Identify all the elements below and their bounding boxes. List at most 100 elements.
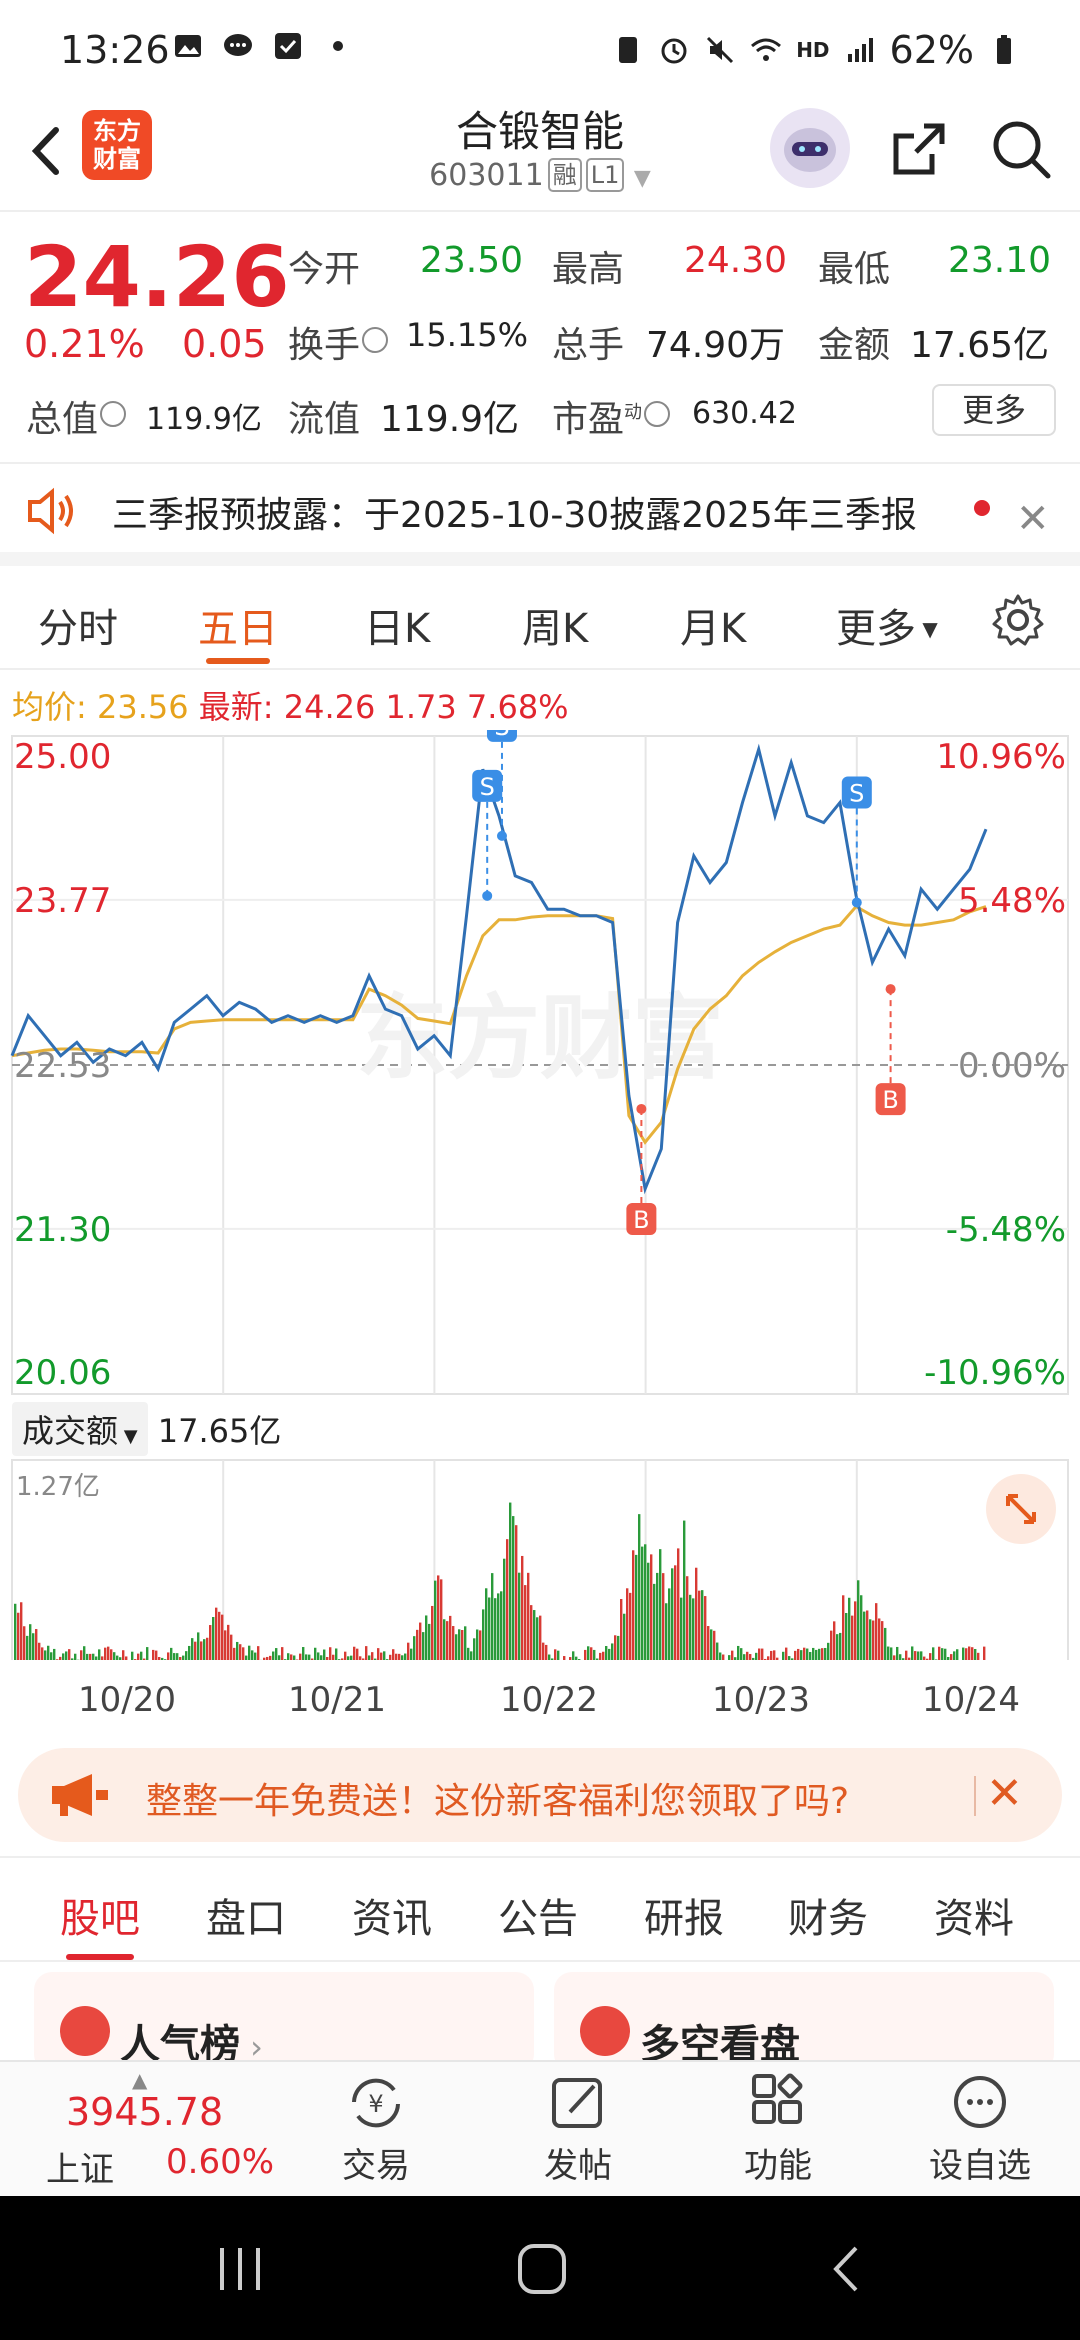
five-day-chart[interactable]: 东方财富 SSBSB 25.0023.7722.5321.3020.0610.9… xyxy=(0,730,1080,1660)
volume-bar xyxy=(833,1621,836,1660)
volume-bar xyxy=(866,1610,869,1660)
chart-tabs: 分时 五日 日K 周K 月K 更多 ▼ xyxy=(0,566,1080,670)
tab-research[interactable]: 研报 xyxy=(644,1886,724,1944)
volume-type-select[interactable]: 成交额 ▼ xyxy=(12,1402,148,1456)
tab-five-day[interactable]: 五日 xyxy=(198,596,278,654)
search-icon[interactable] xyxy=(986,114,1056,184)
low-label: 最低 xyxy=(818,249,891,290)
volume-bar xyxy=(389,1654,392,1660)
volume-bar xyxy=(92,1653,95,1660)
settings-gear-icon[interactable] xyxy=(990,592,1046,648)
y-axis-right-label: -5.48% xyxy=(946,1210,1066,1250)
volume-bar xyxy=(857,1580,860,1660)
nav-trade[interactable]: ¥ 交易 xyxy=(296,2072,456,2187)
volume-bar xyxy=(734,1657,737,1660)
volume-bar xyxy=(71,1658,74,1660)
announcement-bar[interactable]: 三季报预披露：于2025-10-30披露2025年三季报 ✕ xyxy=(0,462,1080,566)
volume-bar xyxy=(797,1648,800,1660)
volume-bar xyxy=(281,1647,284,1660)
volume-bar xyxy=(38,1642,41,1660)
tab-monthly-k[interactable]: 月K xyxy=(680,596,746,654)
volume-bar xyxy=(206,1637,209,1660)
high-value: 24.30 xyxy=(684,240,788,281)
expand-icon[interactable] xyxy=(986,1474,1056,1544)
back-nav-icon[interactable] xyxy=(826,2242,866,2296)
latest-change-pct: 7.68% xyxy=(466,688,569,726)
volume-bar xyxy=(353,1646,356,1660)
recent-apps-icon[interactable] xyxy=(214,2244,266,2294)
volume-bar xyxy=(80,1650,83,1660)
battery-level: 62% xyxy=(889,28,974,72)
volume-bar xyxy=(713,1630,716,1660)
promo-banner[interactable]: 整整一年免费送！这份新客福利您领取了吗? ✕ xyxy=(18,1748,1062,1842)
volume-bar xyxy=(500,1591,503,1660)
close-icon[interactable]: ✕ xyxy=(986,1768,1023,1819)
index-value[interactable]: 3945.78 xyxy=(66,2090,223,2134)
more-button[interactable]: 更多 xyxy=(932,384,1056,436)
volume-bar xyxy=(821,1648,824,1660)
unread-dot xyxy=(974,500,990,516)
tab-order-book[interactable]: 盘口 xyxy=(206,1886,286,1944)
volume-bar xyxy=(380,1652,383,1660)
volume-bar xyxy=(17,1612,20,1660)
close-icon[interactable]: ✕ xyxy=(1016,496,1050,542)
volume-bar xyxy=(476,1629,479,1660)
nav-watchlist[interactable]: 设自选 xyxy=(900,2072,1060,2187)
dropdown-caret-icon[interactable]: ▼ xyxy=(634,166,651,191)
avg-label: 均价: xyxy=(12,688,87,726)
tab-intraday[interactable]: 分时 xyxy=(38,596,118,654)
share-icon[interactable] xyxy=(884,114,954,184)
index-name[interactable]: 上证 xyxy=(46,2142,114,2191)
volume-bar xyxy=(575,1656,578,1660)
volume-bar xyxy=(68,1649,71,1660)
trade-marker-dot xyxy=(636,1103,647,1114)
info-icon[interactable] xyxy=(644,401,671,427)
tab-finance[interactable]: 财务 xyxy=(788,1886,868,1944)
volume-bar xyxy=(431,1605,434,1660)
volume-bar xyxy=(503,1558,506,1660)
volume-bar xyxy=(239,1644,242,1660)
volume-bar xyxy=(974,1648,977,1660)
volume-bar xyxy=(644,1544,647,1660)
y-axis-right-label: 10.96% xyxy=(936,737,1066,777)
volume-bar xyxy=(710,1629,713,1660)
tab-more[interactable]: 更多 ▼ xyxy=(836,596,938,654)
volume-bar xyxy=(314,1647,317,1660)
volume-header: 成交额 ▼ 17.65亿 xyxy=(12,1402,281,1456)
ai-assistant-avatar[interactable] xyxy=(770,108,850,188)
volume-bar xyxy=(680,1597,683,1660)
volume-bar xyxy=(74,1653,77,1660)
vs-icon xyxy=(580,2006,630,2056)
volume-bar xyxy=(347,1656,350,1660)
tab-profile[interactable]: 资料 xyxy=(934,1886,1014,1944)
tab-notices[interactable]: 公告 xyxy=(498,1886,578,1944)
volume-bar xyxy=(35,1629,38,1660)
long-short-card[interactable]: 多空看盘 xyxy=(554,1972,1054,2072)
nav-post[interactable]: 发帖 xyxy=(498,2072,658,2187)
volume-bar xyxy=(704,1596,707,1660)
volume-bar xyxy=(617,1635,620,1660)
index-change[interactable]: 0.60% xyxy=(166,2142,274,2182)
volume-bar xyxy=(887,1646,890,1660)
trade-icon: ¥ xyxy=(352,2078,400,2128)
home-icon[interactable] xyxy=(516,2242,568,2296)
volume-bar xyxy=(677,1548,680,1660)
volume-bar xyxy=(584,1649,587,1660)
svg-text:¥: ¥ xyxy=(368,2090,383,2118)
app-header: 东方 财富 合锻智能 603011 融 L1 ▼ xyxy=(0,90,1080,212)
tab-news[interactable]: 资讯 xyxy=(352,1886,432,1944)
volume-bar xyxy=(524,1585,527,1660)
volume-bar xyxy=(749,1654,752,1660)
info-icon[interactable] xyxy=(362,327,389,353)
info-icon[interactable] xyxy=(100,401,127,427)
volume-bar xyxy=(605,1646,608,1660)
latest-change: 1.73 xyxy=(385,688,457,726)
tab-daily-k[interactable]: 日K xyxy=(364,596,430,654)
high-label: 最高 xyxy=(552,249,625,290)
tab-guba[interactable]: 股吧 xyxy=(60,1886,140,1944)
tab-weekly-k[interactable]: 周K xyxy=(522,596,588,654)
nav-function[interactable]: 功能 xyxy=(698,2072,858,2187)
volume-bar xyxy=(701,1590,704,1660)
date-label: 10/22 xyxy=(500,1680,598,1720)
popularity-card[interactable]: 人气榜 › xyxy=(34,1972,534,2072)
